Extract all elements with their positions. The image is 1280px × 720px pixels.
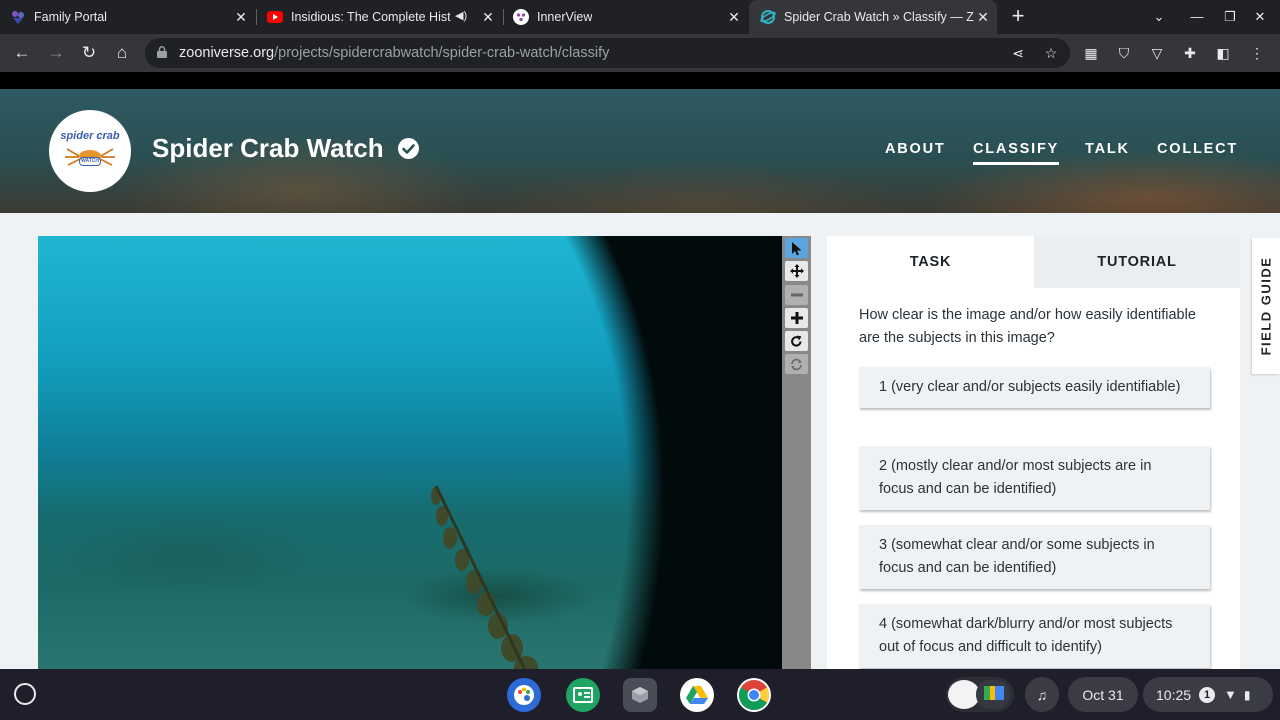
date-text: Oct 31: [1082, 686, 1124, 703]
verified-badge-icon: [398, 138, 419, 159]
youtube-icon: [267, 9, 283, 25]
nav-about[interactable]: ABOUT: [885, 141, 946, 157]
chrome-icon[interactable]: [737, 678, 771, 712]
media-controls-icon[interactable]: ♫: [1025, 677, 1059, 712]
logo-text-bottom: WATCH: [79, 157, 101, 166]
close-tab-icon[interactable]: ✕: [975, 9, 991, 25]
innerview-icon: [513, 9, 529, 25]
nav-classify[interactable]: CLASSIFY: [973, 141, 1060, 165]
reset-view-icon[interactable]: [785, 354, 808, 374]
tab-title: Family Portal: [34, 10, 107, 24]
close-tab-icon[interactable]: ✕: [480, 9, 496, 25]
tab-search-icon[interactable]: ⌄: [1149, 7, 1169, 27]
address-bar[interactable]: zooniverse.org/projects/spidercrabwatch/…: [145, 38, 1070, 68]
tab-title: Spider Crab Watch » Classify — Z: [784, 10, 974, 24]
url-path: /projects/spidercrabwatch/spider-crab-wa…: [274, 45, 610, 61]
close-tab-icon[interactable]: ✕: [233, 9, 249, 25]
screenshot-thumbnail: [976, 680, 1010, 709]
url-host: zooniverse.org: [179, 45, 275, 61]
zoom-out-icon[interactable]: [785, 285, 808, 305]
forward-icon[interactable]: →: [45, 42, 67, 64]
page-content: spider crab WATCH Spider Crab Watch ABOU…: [0, 72, 1280, 669]
puzzle-extensions-icon[interactable]: ✚: [1180, 43, 1200, 63]
shield-icon[interactable]: ⛉: [1114, 43, 1134, 63]
answer-option-4[interactable]: 4 (somewhat dark/blurry and/or most subj…: [859, 604, 1210, 668]
field-guide-tab[interactable]: FIELD GUIDE: [1252, 238, 1280, 374]
answer-option-1[interactable]: 1 (very clear and/or subjects easily ide…: [859, 367, 1210, 408]
tab-title: InnerView: [537, 10, 593, 24]
answer-option-2[interactable]: 2 (mostly clear and/or most subjects are…: [859, 446, 1210, 510]
image-toolbar: [782, 236, 811, 669]
pan-tool-icon[interactable]: [785, 261, 808, 281]
notification-badge: 1: [1199, 686, 1216, 703]
date-pill[interactable]: Oct 31: [1068, 677, 1138, 712]
tab-strip: Family Portal ✕ Insidious: The Complete …: [0, 0, 1280, 34]
close-window-icon[interactable]: ✕: [1250, 7, 1270, 27]
tab-title: Insidious: The Complete Hist: [291, 10, 451, 24]
tab-insidious[interactable]: Insidious: The Complete Hist ◀) ✕: [267, 0, 502, 34]
zoom-in-icon[interactable]: [785, 308, 808, 328]
tab-task[interactable]: TASK: [827, 236, 1034, 288]
wifi-icon: ▼: [1224, 687, 1237, 702]
status-tray[interactable]: 10:25 1 ▼ ▮: [1143, 677, 1273, 712]
lock-icon[interactable]: [157, 46, 167, 58]
url-text: zooniverse.org/projects/spidercrabwatch/…: [179, 45, 609, 61]
classroom-app-icon[interactable]: [566, 678, 600, 712]
answer-option-3[interactable]: 3 (somewhat clear and/or some subjects i…: [859, 525, 1210, 589]
nav-collect[interactable]: COLLECT: [1157, 141, 1238, 157]
project-title[interactable]: Spider Crab Watch: [152, 133, 384, 164]
field-guide-label: FIELD GUIDE: [1258, 256, 1274, 356]
tab-separator: [256, 9, 257, 25]
new-tab-button[interactable]: +: [1008, 5, 1028, 27]
project-header: spider crab WATCH Spider Crab Watch ABOU…: [0, 89, 1280, 213]
subject-image[interactable]: [38, 236, 782, 669]
browser-toolbar: ← → ↻ ⌂ zooniverse.org/projects/spidercr…: [0, 34, 1280, 72]
zooniverse-icon: [760, 9, 776, 25]
home-icon[interactable]: ⌂: [111, 42, 133, 64]
vpn-shield-icon[interactable]: ▽: [1147, 43, 1167, 63]
project-logo[interactable]: spider crab WATCH: [49, 110, 131, 192]
restore-icon[interactable]: ❐: [1220, 7, 1240, 27]
launcher-icon[interactable]: [14, 683, 36, 705]
tab-separator: [503, 9, 504, 25]
battery-icon: ▮: [1243, 687, 1251, 702]
google-drive-icon[interactable]: [680, 678, 714, 712]
os-shelf: ♫ Oct 31 10:25 1 ▼ ▮: [0, 669, 1280, 720]
tab-tutorial[interactable]: TUTORIAL: [1034, 236, 1240, 288]
tab-family-portal[interactable]: Family Portal ✕: [10, 0, 255, 34]
task-question: How clear is the image and/or how easily…: [859, 307, 1196, 346]
share-icon[interactable]: ⋖: [1008, 43, 1028, 63]
tote-thumbnails[interactable]: [946, 677, 1014, 712]
menu-kebab-icon[interactable]: ⋮: [1247, 43, 1267, 63]
palette-app-icon[interactable]: [507, 678, 541, 712]
logo-text-top: spider crab: [60, 130, 120, 142]
rotate-icon[interactable]: [785, 331, 808, 351]
pointer-tool-icon[interactable]: [785, 238, 808, 258]
cube-app-icon[interactable]: [623, 678, 657, 712]
task-panel: TASK TUTORIAL How clear is the image and…: [827, 236, 1240, 669]
back-icon[interactable]: ←: [11, 42, 33, 64]
tab-spider-crab-watch[interactable]: Spider Crab Watch » Classify — Z ✕: [749, 0, 997, 34]
close-tab-icon[interactable]: ✕: [726, 9, 742, 25]
speaker-icon[interactable]: ◀): [455, 9, 467, 22]
bookmark-star-icon[interactable]: ☆: [1041, 43, 1061, 63]
reload-icon[interactable]: ↻: [78, 42, 100, 64]
side-panel-icon[interactable]: ◧: [1213, 43, 1233, 63]
tab-innerview[interactable]: InnerView ✕: [513, 0, 748, 34]
clock-text: 10:25: [1156, 686, 1192, 703]
family-portal-icon: [10, 9, 26, 25]
extension-icon[interactable]: ▦: [1081, 43, 1101, 63]
lens-vignette: [372, 236, 782, 669]
zooniverse-top-bar: [0, 72, 1280, 89]
nav-talk[interactable]: TALK: [1085, 141, 1130, 157]
minimize-icon[interactable]: —: [1187, 7, 1207, 27]
